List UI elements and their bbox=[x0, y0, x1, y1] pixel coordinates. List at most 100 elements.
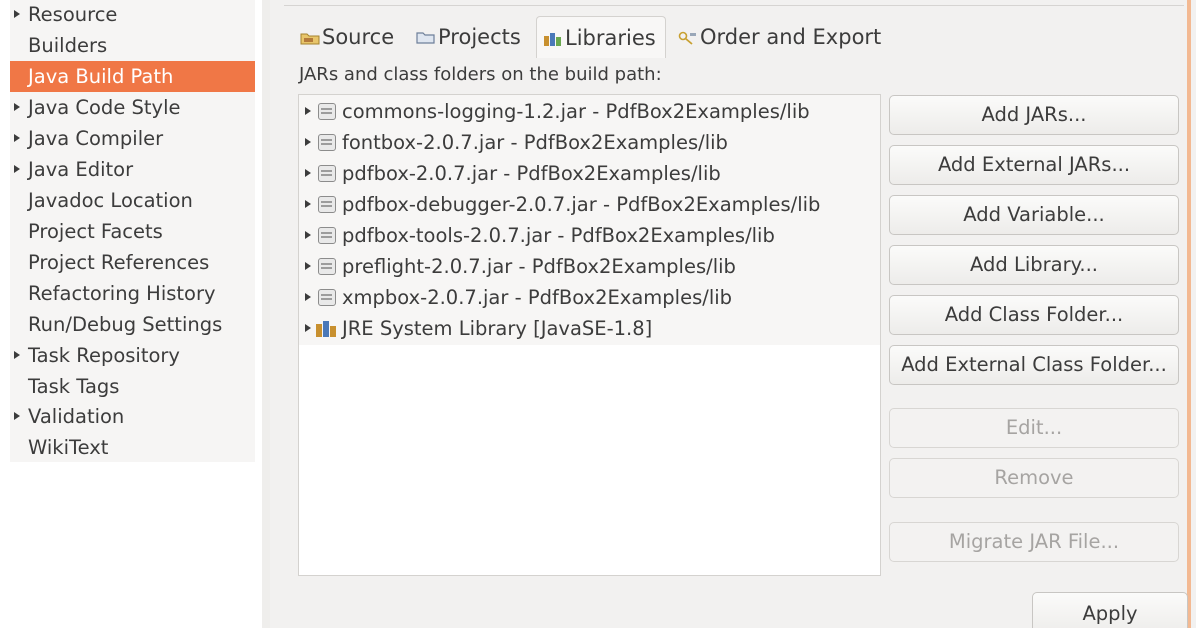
sidebar-item-label: Project References bbox=[28, 251, 210, 274]
tree-row-label: pdfbox-2.0.7.jar - PdfBox2Examples/lib bbox=[342, 162, 721, 185]
jar-icon bbox=[318, 289, 336, 306]
jar-icon bbox=[318, 103, 336, 120]
top-divider bbox=[284, 0, 1184, 6]
sidebar-item-task-repository[interactable]: Task Repository bbox=[10, 340, 255, 371]
tree-row[interactable]: JRE System Library [JavaSE-1.8] bbox=[299, 313, 880, 344]
sash-divider[interactable] bbox=[262, 0, 270, 628]
tree-rows: commons-logging-1.2.jar - PdfBox2Example… bbox=[299, 95, 880, 345]
add-jars-button[interactable]: Add JARs... bbox=[889, 95, 1179, 135]
expand-arrow-icon[interactable] bbox=[305, 231, 311, 239]
sidebar-item-label: Java Build Path bbox=[28, 65, 174, 88]
properties-sidebar: Resource Builders Java Build Path Java C… bbox=[0, 0, 262, 628]
sidebar-item-javadoc-location[interactable]: Javadoc Location bbox=[10, 185, 255, 216]
tree-row-label: commons-logging-1.2.jar - PdfBox2Example… bbox=[342, 100, 810, 123]
sidebar-item-label: Javadoc Location bbox=[28, 189, 193, 212]
expand-arrow-icon[interactable] bbox=[305, 107, 311, 115]
tree-row-label: preflight-2.0.7.jar - PdfBox2Examples/li… bbox=[342, 255, 736, 278]
jar-icon bbox=[318, 196, 336, 213]
jar-icon bbox=[318, 134, 336, 151]
sidebar-item-java-build-path[interactable]: Java Build Path bbox=[10, 61, 255, 92]
tab-source[interactable]: Source bbox=[294, 16, 406, 58]
libraries-tree[interactable]: commons-logging-1.2.jar - PdfBox2Example… bbox=[298, 94, 881, 576]
tree-row[interactable]: pdfbox-tools-2.0.7.jar - PdfBox2Examples… bbox=[299, 220, 880, 251]
tab-label: Projects bbox=[438, 25, 521, 49]
tree-row[interactable]: preflight-2.0.7.jar - PdfBox2Examples/li… bbox=[299, 251, 880, 282]
sidebar-item-project-references[interactable]: Project References bbox=[10, 247, 255, 278]
tab-projects[interactable]: Projects bbox=[410, 16, 534, 58]
tree-row[interactable]: xmpbox-2.0.7.jar - PdfBox2Examples/lib bbox=[299, 282, 880, 313]
sidebar-item-run-debug-settings[interactable]: Run/Debug Settings bbox=[10, 309, 255, 340]
sidebar-item-project-facets[interactable]: Project Facets bbox=[10, 216, 255, 247]
expand-arrow-icon[interactable] bbox=[14, 351, 20, 359]
sidebar-item-label: Validation bbox=[28, 405, 125, 428]
expand-arrow-icon[interactable] bbox=[14, 103, 20, 111]
expand-arrow-icon[interactable] bbox=[14, 134, 20, 142]
add-external-class-folder-button[interactable]: Add External Class Folder... bbox=[889, 345, 1179, 385]
add-external-jars-button[interactable]: Add External JARs... bbox=[889, 145, 1179, 185]
sidebar-item-validation[interactable]: Validation bbox=[10, 401, 255, 432]
tab-order-and-export[interactable]: Order and Export bbox=[672, 16, 892, 58]
migrate-jar-button: Migrate JAR File... bbox=[889, 522, 1179, 562]
add-variable-button[interactable]: Add Variable... bbox=[889, 195, 1179, 235]
tree-row-label: fontbox-2.0.7.jar - PdfBox2Examples/lib bbox=[342, 131, 728, 154]
edit-button: Edit... bbox=[889, 408, 1179, 448]
tree-row[interactable]: pdfbox-debugger-2.0.7.jar - PdfBox2Examp… bbox=[299, 189, 880, 220]
library-icon bbox=[316, 321, 338, 337]
tab-label: Source bbox=[322, 25, 395, 49]
expand-arrow-icon[interactable] bbox=[14, 412, 20, 420]
tree-row-label: JRE System Library [JavaSE-1.8] bbox=[342, 317, 653, 340]
jar-icon bbox=[318, 258, 336, 275]
sidebar-item-label: Project Facets bbox=[28, 220, 163, 243]
add-library-button[interactable]: Add Library... bbox=[889, 245, 1179, 285]
expand-arrow-icon[interactable] bbox=[305, 262, 311, 270]
sidebar-item-label: WikiText bbox=[28, 436, 109, 459]
sidebar-item-java-compiler[interactable]: Java Compiler bbox=[10, 123, 255, 154]
tree-row-label: xmpbox-2.0.7.jar - PdfBox2Examples/lib bbox=[342, 286, 733, 309]
libraries-icon bbox=[543, 18, 563, 46]
projects-icon bbox=[416, 17, 436, 44]
order-export-icon bbox=[678, 17, 698, 45]
tab-label: Libraries bbox=[565, 26, 656, 50]
sidebar-item-label: Task Tags bbox=[28, 375, 120, 398]
sidebar-tree: Resource Builders Java Build Path Java C… bbox=[10, 0, 255, 462]
build-path-panel: Source Projects Libraries Order and Expo… bbox=[270, 0, 1196, 628]
jar-icon bbox=[318, 165, 336, 182]
sidebar-item-java-editor[interactable]: Java Editor bbox=[10, 154, 255, 185]
sidebar-item-label: Java Editor bbox=[28, 158, 134, 181]
sidebar-item-label: Resource bbox=[28, 3, 118, 26]
sidebar-item-java-code-style[interactable]: Java Code Style bbox=[10, 92, 255, 123]
tab-label: Order and Export bbox=[700, 25, 882, 49]
tree-row[interactable]: fontbox-2.0.7.jar - PdfBox2Examples/lib bbox=[299, 127, 880, 158]
sidebar-item-label: Run/Debug Settings bbox=[28, 313, 223, 336]
expand-arrow-icon[interactable] bbox=[14, 10, 20, 18]
remove-button: Remove bbox=[889, 458, 1179, 498]
sidebar-item-wikitext[interactable]: WikiText bbox=[10, 432, 255, 463]
sidebar-item-label: Task Repository bbox=[28, 344, 180, 367]
sidebar-item-task-tags[interactable]: Task Tags bbox=[10, 371, 255, 402]
sidebar-item-resource[interactable]: Resource bbox=[10, 0, 255, 30]
sidebar-item-label: Java Compiler bbox=[28, 127, 164, 150]
source-folder-icon bbox=[300, 17, 320, 45]
dialog-edge bbox=[1187, 0, 1191, 628]
expand-arrow-icon[interactable] bbox=[305, 200, 311, 208]
sidebar-item-label: Java Code Style bbox=[28, 96, 181, 119]
section-label: JARs and class folders on the build path… bbox=[299, 64, 662, 85]
sidebar-item-label: Builders bbox=[28, 34, 108, 57]
tree-row[interactable]: commons-logging-1.2.jar - PdfBox2Example… bbox=[299, 96, 880, 127]
tree-row-label: pdfbox-tools-2.0.7.jar - PdfBox2Examples… bbox=[342, 224, 775, 247]
tab-libraries[interactable]: Libraries bbox=[536, 16, 666, 58]
tree-row-label: pdfbox-debugger-2.0.7.jar - PdfBox2Examp… bbox=[342, 193, 821, 216]
apply-button[interactable]: Apply bbox=[1032, 592, 1188, 628]
sidebar-item-label: Refactoring History bbox=[28, 282, 216, 305]
expand-arrow-icon[interactable] bbox=[305, 169, 311, 177]
jar-icon bbox=[318, 227, 336, 244]
sidebar-item-builders[interactable]: Builders bbox=[10, 30, 255, 61]
expand-arrow-icon[interactable] bbox=[305, 324, 311, 332]
tab-bar: Source Projects Libraries Order and Expo… bbox=[294, 16, 1094, 58]
tree-row[interactable]: pdfbox-2.0.7.jar - PdfBox2Examples/lib bbox=[299, 158, 880, 189]
expand-arrow-icon[interactable] bbox=[305, 293, 311, 301]
expand-arrow-icon[interactable] bbox=[14, 165, 20, 173]
expand-arrow-icon[interactable] bbox=[305, 138, 311, 146]
sidebar-item-refactoring-history[interactable]: Refactoring History bbox=[10, 278, 255, 309]
add-class-folder-button[interactable]: Add Class Folder... bbox=[889, 295, 1179, 335]
